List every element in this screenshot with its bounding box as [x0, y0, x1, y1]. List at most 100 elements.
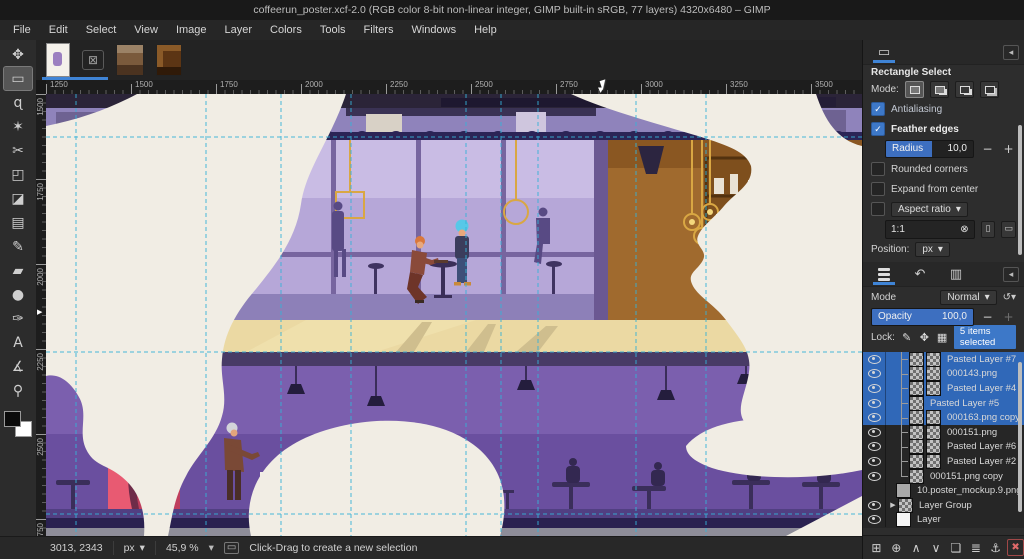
visibility-cell[interactable] [863, 396, 886, 411]
layer-row[interactable]: Pasted Layer #6 [863, 440, 1024, 455]
layer-name[interactable]: Layer [917, 514, 941, 525]
visibility-cell[interactable] [863, 410, 886, 425]
layer-thumbnail[interactable] [909, 366, 924, 381]
position-unit-dropdown[interactable]: px ▾ [915, 242, 950, 257]
bucket-fill-tool-icon[interactable]: ◪ [4, 187, 32, 210]
layer-thumbnail[interactable] [909, 410, 924, 425]
zoom-tool-icon[interactable]: ⚲ [4, 379, 32, 402]
rectangle-select-tool-icon[interactable]: ▭ [4, 67, 32, 90]
paintbrush-tool-icon[interactable]: ✎ [4, 235, 32, 258]
layer-row[interactable]: ▶ Layer Group [863, 498, 1024, 513]
layer-name[interactable]: Layer Group [919, 500, 972, 511]
layer-name[interactable]: 000151.png [947, 427, 997, 438]
layer-name[interactable]: Pasted Layer #7 [947, 354, 1016, 365]
fuzzy-select-tool-icon[interactable]: ✶ [4, 115, 32, 138]
expander-icon[interactable]: ▶ [888, 501, 898, 509]
layers-scrollbar[interactable] [1018, 362, 1022, 512]
layer-thumbnail[interactable] [926, 454, 941, 469]
mode-replace-icon[interactable] [905, 81, 924, 98]
fixed-dropdown[interactable]: Aspect ratio ▾ [891, 202, 968, 217]
layer-row[interactable]: 000143.png [863, 367, 1024, 382]
mode-add-icon[interactable] [930, 81, 949, 98]
layer-thumbnail[interactable] [909, 469, 924, 484]
canvas-image[interactable] [46, 94, 862, 536]
rounded-corners-row[interactable]: Rounded corners [863, 159, 1024, 179]
expand-center-row[interactable]: Expand from center [863, 179, 1024, 199]
layer-thumbnail[interactable] [909, 352, 924, 367]
layer-name[interactable]: 000163.png copy [947, 412, 1020, 423]
visibility-cell[interactable] [863, 483, 886, 498]
antialiasing-checkbox[interactable]: ✓ [871, 102, 885, 116]
expand-center-checkbox[interactable] [871, 182, 885, 196]
ruler-corner[interactable] [36, 80, 46, 94]
mode-intersect-icon[interactable] [980, 81, 999, 98]
layer-thumbnail[interactable] [926, 381, 941, 396]
layer-thumbnail[interactable] [898, 498, 913, 513]
layer-name[interactable]: 10.poster_mockup.9.png [917, 485, 1022, 496]
layer-row[interactable]: 000163.png copy [863, 410, 1024, 425]
opacity-decrease-button[interactable]: − [980, 310, 995, 324]
visibility-cell[interactable] [863, 498, 886, 513]
horizontal-ruler[interactable]: 1250150017502000225025002750300032503500 [46, 80, 862, 94]
paths-tool-icon[interactable]: ✑ [4, 307, 32, 330]
visibility-cell[interactable] [863, 454, 886, 469]
layer-row[interactable]: Pasted Layer #4 [863, 381, 1024, 396]
tool-options-tab[interactable]: ▭ [871, 42, 897, 62]
layer-thumbnail[interactable] [909, 396, 924, 411]
pointer-tab[interactable]: ▥ [943, 264, 969, 284]
layer-thumbnail[interactable] [909, 439, 924, 454]
layer-thumbnail[interactable] [909, 425, 924, 440]
layer-thumbnail[interactable] [926, 425, 941, 440]
color-swatches[interactable] [4, 411, 32, 437]
layer-name[interactable]: Pasted Layer #5 [930, 398, 999, 409]
default-image-icon[interactable]: ⊠ [82, 50, 104, 70]
radius-decrease-button[interactable]: − [980, 142, 995, 156]
menu-windows[interactable]: Windows [402, 22, 465, 38]
visibility-cell[interactable] [863, 352, 886, 367]
menu-select[interactable]: Select [77, 22, 126, 38]
layers-tab[interactable] [871, 264, 897, 284]
menu-file[interactable]: File [4, 22, 40, 38]
gradient-tool-icon[interactable]: ▤ [4, 211, 32, 234]
clear-input-icon[interactable]: ⊗ [960, 224, 968, 235]
layer-row[interactable]: Pasted Layer #7 [863, 352, 1024, 367]
canvas[interactable] [46, 94, 862, 536]
layer-row[interactable]: Pasted Layer #2 [863, 454, 1024, 469]
tool-options-scrollbar[interactable] [1018, 125, 1022, 255]
layer-name[interactable]: Pasted Layer #2 [947, 456, 1016, 467]
radius-slider[interactable]: Radius 10,0 [885, 140, 974, 158]
menu-colors[interactable]: Colors [261, 22, 311, 38]
smudge-tool-icon[interactable]: ● [4, 283, 32, 306]
window-titlebar[interactable]: coffeerun_poster.xcf-2.0 (RGB color 8-bi… [0, 0, 1024, 20]
layer-thumbnail[interactable] [926, 352, 941, 367]
antialiasing-row[interactable]: ✓ Antialiasing [863, 99, 1024, 119]
layer-thumbnail[interactable] [926, 439, 941, 454]
move-tool-icon[interactable]: ✥ [4, 43, 32, 66]
layer-name[interactable]: 000151.png copy [930, 471, 1003, 482]
new-group-button[interactable]: ⊕ [888, 539, 905, 557]
layer-name[interactable]: 000143.png [947, 368, 997, 379]
zoom-dropdown[interactable]: 45,9 % [166, 542, 199, 554]
undo-history-tab[interactable]: ↶ [907, 264, 933, 284]
lock-alpha-icon[interactable]: ▦ [936, 331, 948, 344]
opacity-increase-button[interactable]: + [1001, 310, 1016, 324]
visibility-cell[interactable] [863, 367, 886, 382]
menu-view[interactable]: View [125, 22, 167, 38]
menu-filters[interactable]: Filters [355, 22, 403, 38]
layer-row[interactable]: Pasted Layer #5 [863, 396, 1024, 411]
aspect-ratio-input[interactable]: 1:1 ⊗ [885, 220, 975, 239]
text-tool-icon[interactable]: A [4, 331, 32, 354]
layer-row[interactable]: 000151.png copy [863, 469, 1024, 484]
raise-layer-button[interactable]: ∧ [908, 539, 925, 557]
unified-transform-tool-icon[interactable]: ◰ [4, 163, 32, 186]
mode-switch-icon[interactable]: ↺▾ [1003, 292, 1016, 303]
layer-thumbnail[interactable] [926, 366, 941, 381]
feather-checkbox[interactable]: ✓ [871, 122, 885, 136]
menu-help[interactable]: Help [465, 22, 506, 38]
new-layer-button[interactable]: ⊞ [868, 539, 885, 557]
layer-thumbnail[interactable] [896, 483, 911, 498]
layer-thumbnail[interactable] [896, 512, 911, 527]
image-tab-2-thumbnail[interactable] [116, 44, 144, 76]
image-tab-3-thumbnail[interactable] [156, 44, 182, 76]
delete-layer-button[interactable]: ✖ [1007, 539, 1024, 556]
